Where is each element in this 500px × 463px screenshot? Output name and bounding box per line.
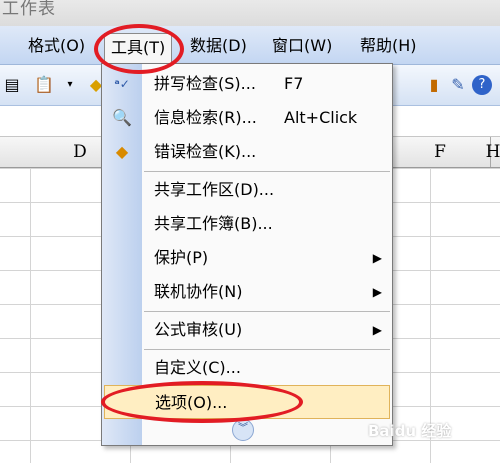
paste-dropdown-icon[interactable]: ▾ [60,75,80,95]
menu-bar: 格式(O) 工具(T) 数据(D) 窗口(W) 帮助(H) [0,26,500,65]
menu-item-label: 选项(O)... [155,393,228,412]
menu-item-share-workbook[interactable]: 共享工作簿(B)... [102,207,392,241]
double-chevron-down-icon[interactable]: ︾ [232,419,254,441]
menu-item-formula-auditing[interactable]: 公式审核(U) ▶ [102,313,392,347]
watermark: Baidu 经验 [368,422,452,440]
menu-tools[interactable]: 工具(T) [104,33,173,64]
chart-wizard-icon[interactable]: ▮ [424,75,444,95]
menu-item-options[interactable]: 选项(O)... [104,385,390,419]
research-icon: 🔍 [112,108,132,127]
copy-icon[interactable]: ▤ [2,75,22,95]
menu-item-online-collaboration[interactable]: 联机协作(N) ▶ [102,275,392,309]
menu-help[interactable]: 帮助(H) [360,35,417,57]
menu-separator [144,171,390,172]
submenu-arrow-icon: ▶ [372,285,382,299]
menu-item-label: 错误检查(K)... [154,142,257,161]
error-check-icon: ◆ [115,142,129,161]
column-header-h[interactable]: H [478,137,500,167]
menu-item-label: 自定义(C)... [154,358,241,377]
window-title-bar: 工作表 [0,0,500,26]
menu-window[interactable]: 窗口(W) [272,35,332,57]
drawing-icon[interactable]: ✎ [448,75,468,95]
help-icon[interactable]: ? [472,75,492,95]
submenu-arrow-icon: ▶ [372,323,382,337]
menu-item-label: 拼写检查(S)... [154,74,256,93]
paste-icon[interactable]: 📋 [34,75,54,95]
menu-item-label: 公式审核(U) [154,320,243,339]
menu-item-protection[interactable]: 保护(P) ▶ [102,241,392,275]
menu-item-label: 保护(P) [154,248,209,267]
spell-check-icon: ᵃ✓ [114,77,130,91]
window-title: 工作表 [2,0,56,19]
menu-item-spell-check[interactable]: ᵃ✓ 拼写检查(S)... F7 [102,67,392,101]
menu-item-label: 联机协作(N) [154,282,243,301]
tools-dropdown-menu: ᵃ✓ 拼写检查(S)... F7 🔍 信息检索(R)... Alt+Click … [101,63,393,446]
menu-format[interactable]: 格式(O) [28,35,85,57]
column-header-f[interactable]: F [390,137,491,167]
submenu-arrow-icon: ▶ [372,251,382,265]
menu-item-label: 信息检索(R)... [154,108,257,127]
menu-separator [144,311,390,312]
menu-item-research[interactable]: 🔍 信息检索(R)... Alt+Click [102,101,392,135]
menu-data[interactable]: 数据(D) [190,35,247,57]
menu-item-shared-workspace[interactable]: 共享工作区(D)... [102,173,392,207]
menu-item-customize[interactable]: 自定义(C)... [102,351,392,385]
menu-item-label: 共享工作簿(B)... [154,214,273,233]
menu-item-error-check[interactable]: ◆ 错误检查(K)... [102,135,392,169]
menu-separator [144,349,390,350]
menu-item-shortcut: Alt+Click [284,108,358,127]
menu-item-shortcut: F7 [284,74,304,93]
menu-item-label: 共享工作区(D)... [154,180,275,199]
